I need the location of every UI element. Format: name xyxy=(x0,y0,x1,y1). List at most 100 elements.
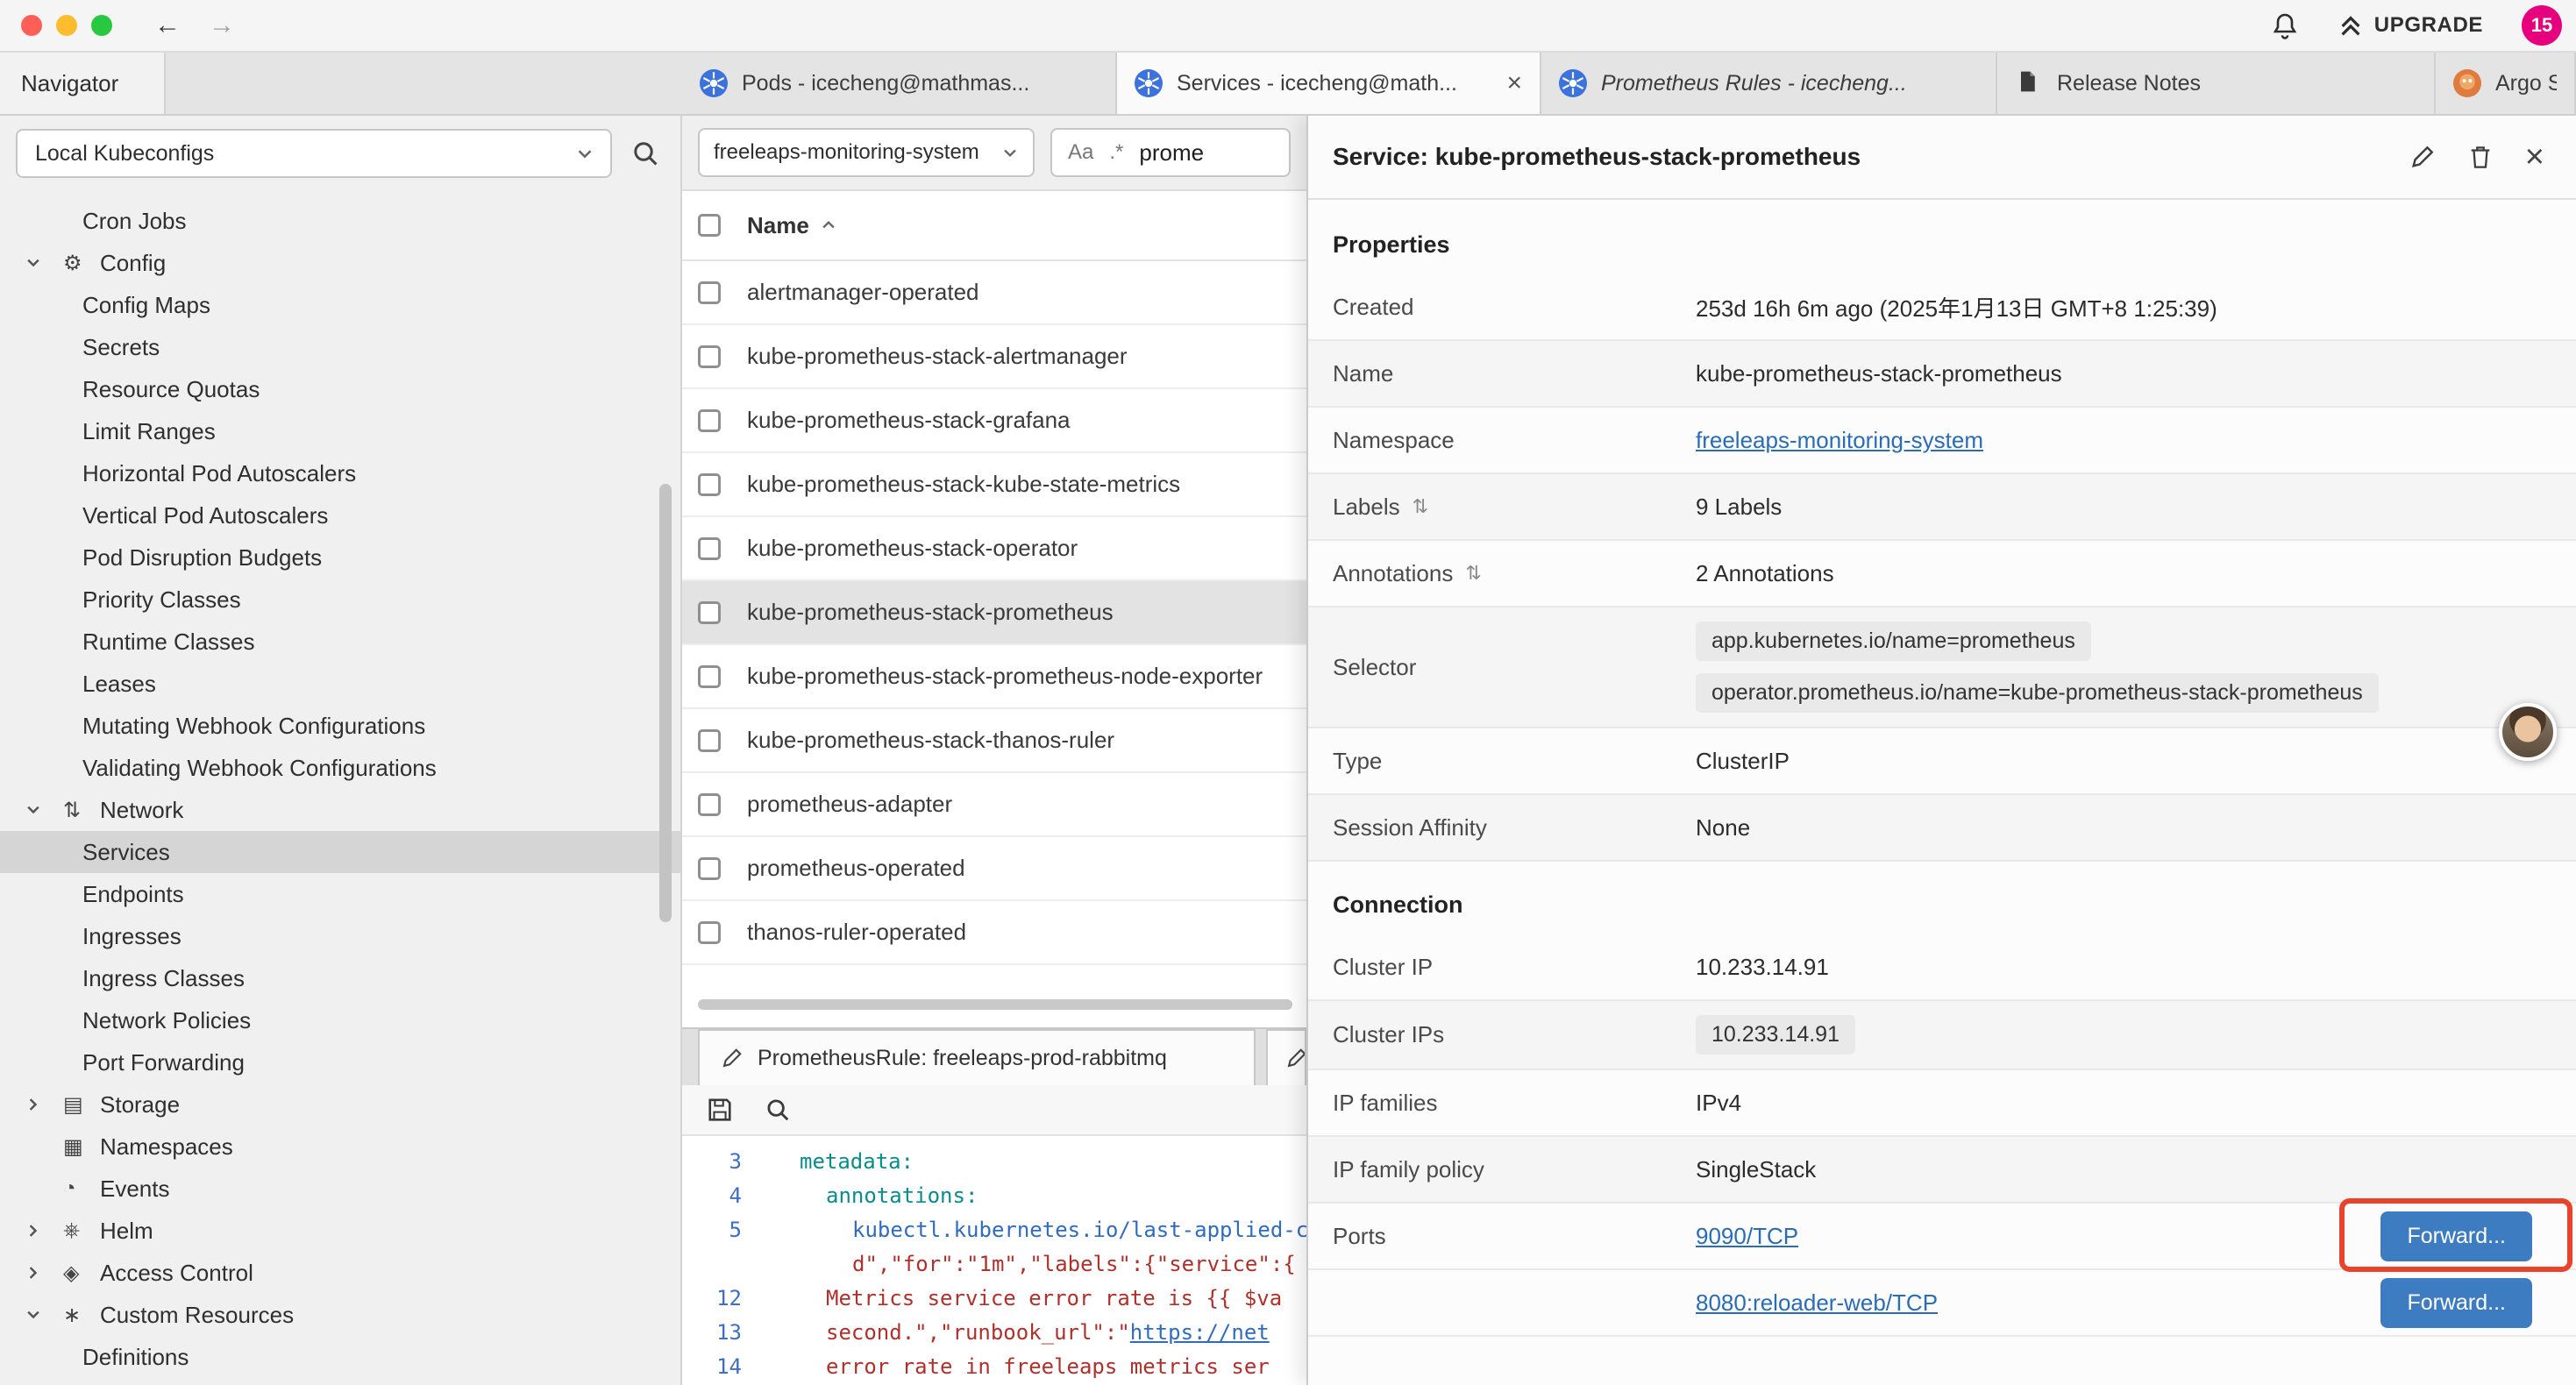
sidebar-item-limit-ranges[interactable]: Limit Ranges xyxy=(0,410,680,452)
table-row[interactable]: kube-prometheus-stack-prometheus-node-ex… xyxy=(682,645,1306,709)
table-row[interactable]: alertmanager-operated xyxy=(682,261,1306,325)
sidebar-item-mutating-webhook-configurations[interactable]: Mutating Webhook Configurations xyxy=(0,705,680,747)
forward-button[interactable]: Forward... xyxy=(2380,1211,2532,1261)
sidebar-item-label: Namespaces xyxy=(100,1133,233,1161)
editor-tab-prometheusrule[interactable]: PrometheusRule: freeleaps-prod-rabbitmq xyxy=(698,1029,1256,1085)
row-checkbox[interactable] xyxy=(698,921,721,944)
sidebar-item-validating-webhook-configurations[interactable]: Validating Webhook Configurations xyxy=(0,747,680,789)
namespace-select[interactable]: freeleaps-monitoring-system xyxy=(698,128,1035,177)
row-checkbox[interactable] xyxy=(698,409,721,432)
row-checkbox[interactable] xyxy=(698,793,721,816)
sidebar-item-port-forwarding[interactable]: Port Forwarding xyxy=(0,1041,680,1083)
close-icon[interactable]: × xyxy=(1506,70,1522,96)
upgrade-button[interactable]: UPGRADE xyxy=(2338,12,2483,39)
sidebar-item-pod-disruption-budgets[interactable]: Pod Disruption Budgets xyxy=(0,536,680,579)
name-column-header[interactable]: Name xyxy=(747,212,809,239)
select-all-checkbox[interactable] xyxy=(698,214,721,237)
yaml-editor[interactable]: 3metadata:4annotations:5kubectl.kubernet… xyxy=(682,1136,1306,1385)
row-checkbox[interactable] xyxy=(698,537,721,560)
shield-icon: ◈ xyxy=(63,1261,100,1286)
detail-row-label: Selector xyxy=(1333,654,1696,681)
search-input[interactable]: Aa .* prome xyxy=(1050,128,1291,177)
navigator-tab[interactable]: Navigator xyxy=(0,53,166,114)
sidebar-item-namespaces[interactable]: ▦Namespaces xyxy=(0,1126,680,1168)
port-link[interactable]: 8080:reloader-web/TCP xyxy=(1696,1289,1938,1317)
notification-count-badge[interactable]: 15 xyxy=(2522,5,2562,46)
save-icon[interactable] xyxy=(707,1097,733,1123)
sidebar-scrollbar[interactable] xyxy=(659,484,672,922)
edit-icon[interactable] xyxy=(2409,144,2436,170)
detail-row-value: None xyxy=(1696,814,1750,842)
maximize-window-button[interactable] xyxy=(91,15,112,36)
sidebar-item-vertical-pod-autoscalers[interactable]: Vertical Pod Autoscalers xyxy=(0,494,680,536)
table-row[interactable]: kube-prometheus-stack-grafana xyxy=(682,389,1306,453)
regex-toggle[interactable]: .* xyxy=(1109,140,1123,165)
table-row[interactable]: prometheus-operated xyxy=(682,837,1306,901)
sidebar-item-helm[interactable]: ⎈Helm xyxy=(0,1210,680,1252)
table-row[interactable]: kube-prometheus-stack-prometheus xyxy=(682,581,1306,645)
row-checkbox[interactable] xyxy=(698,665,721,688)
sidebar-item-definitions[interactable]: Definitions xyxy=(0,1336,680,1378)
sidebar-item-horizontal-pod-autoscalers[interactable]: Horizontal Pod Autoscalers xyxy=(0,452,680,494)
sidebar-item-network[interactable]: ⇅Network xyxy=(0,789,680,831)
search-icon[interactable] xyxy=(765,1097,791,1123)
tab-release-notes[interactable]: Release Notes xyxy=(1997,53,2436,114)
sidebar-item-secrets[interactable]: Secrets xyxy=(0,326,680,368)
trash-icon[interactable] xyxy=(2467,144,2494,170)
sidebar-item-label: Vertical Pod Autoscalers xyxy=(82,502,328,529)
tab-prometheus-rules-icecheng[interactable]: Prometheus Rules - icecheng... xyxy=(1541,53,1997,114)
port-link[interactable]: 9090/TCP xyxy=(1696,1223,1798,1250)
search-icon[interactable] xyxy=(631,139,659,167)
sidebar-item-storage[interactable]: ▤Storage xyxy=(0,1083,680,1126)
sidebar-item-endpoints[interactable]: Endpoints xyxy=(0,873,680,915)
row-checkbox[interactable] xyxy=(698,345,721,368)
sidebar-item-services[interactable]: Services xyxy=(0,831,680,873)
sidebar-item-ingresses[interactable]: Ingresses xyxy=(0,915,680,957)
horizontal-scrollbar[interactable] xyxy=(698,999,1292,1010)
match-case-toggle[interactable]: Aa xyxy=(1068,140,1093,165)
sort-toggle-icon[interactable]: ⇅ xyxy=(1413,495,1428,518)
sidebar-item-custom-resources[interactable]: ∗Custom Resources xyxy=(0,1294,680,1336)
tab-argo-s[interactable]: Argo S xyxy=(2436,53,2576,114)
table-row[interactable]: thanos-ruler-operated xyxy=(682,901,1306,965)
editor-tab-next-partial[interactable] xyxy=(1266,1029,1306,1085)
kubeconfig-select[interactable]: Local Kubeconfigs xyxy=(16,129,612,178)
bell-icon[interactable] xyxy=(2271,11,2299,39)
table-row[interactable]: kube-prometheus-stack-thanos-ruler xyxy=(682,709,1306,773)
tab-pods-icecheng-mathmas[interactable]: Pods - icecheng@mathmas... xyxy=(682,53,1117,114)
namespace-link[interactable]: freeleaps-monitoring-system xyxy=(1696,427,1983,454)
close-icon[interactable]: × xyxy=(2525,140,2544,174)
sidebar-item-access-control[interactable]: ◈Access Control xyxy=(0,1252,680,1294)
sidebar-item-cron-jobs[interactable]: Cron Jobs xyxy=(0,200,680,242)
row-checkbox[interactable] xyxy=(698,473,721,496)
forward-arrow-icon[interactable]: → xyxy=(209,12,235,39)
sidebar-item-leases[interactable]: Leases xyxy=(0,663,680,705)
minimize-window-button[interactable] xyxy=(56,15,77,36)
sidebar-item-events[interactable]: ◔Events xyxy=(0,1168,680,1210)
sort-toggle-icon[interactable]: ⇅ xyxy=(1465,562,1481,585)
service-name: kube-prometheus-stack-alertmanager xyxy=(747,343,1128,370)
table-row[interactable]: kube-prometheus-stack-operator xyxy=(682,517,1306,581)
sidebar-item-runtime-classes[interactable]: Runtime Classes xyxy=(0,621,680,663)
row-checkbox[interactable] xyxy=(698,729,721,752)
row-checkbox[interactable] xyxy=(698,281,721,304)
back-arrow-icon[interactable]: ← xyxy=(154,12,181,39)
row-checkbox[interactable] xyxy=(698,601,721,624)
table-row[interactable]: kube-prometheus-stack-alertmanager xyxy=(682,325,1306,389)
forward-button[interactable]: Forward... xyxy=(2380,1278,2532,1328)
row-checkbox[interactable] xyxy=(698,857,721,880)
code-line: 14error rate in freeleaps metrics ser xyxy=(682,1350,1306,1384)
sort-asc-icon[interactable] xyxy=(820,217,837,234)
table-row[interactable]: kube-prometheus-stack-kube-state-metrics xyxy=(682,453,1306,517)
sidebar-item-priority-classes[interactable]: Priority Classes xyxy=(0,579,680,621)
sidebar-item-resource-quotas[interactable]: Resource Quotas xyxy=(0,368,680,410)
table-row[interactable]: prometheus-adapter xyxy=(682,773,1306,837)
sidebar-item-config-maps[interactable]: Config Maps xyxy=(0,284,680,326)
chevron-down-icon xyxy=(25,1306,63,1324)
sidebar-item-config[interactable]: ⚙Config xyxy=(0,242,680,284)
sidebar-item-network-policies[interactable]: Network Policies xyxy=(0,999,680,1041)
sidebar-item-ingress-classes[interactable]: Ingress Classes xyxy=(0,957,680,999)
close-window-button[interactable] xyxy=(21,15,42,36)
floating-user-avatar[interactable] xyxy=(2499,703,2557,761)
tab-services-icecheng-math[interactable]: Services - icecheng@math...× xyxy=(1117,53,1541,114)
